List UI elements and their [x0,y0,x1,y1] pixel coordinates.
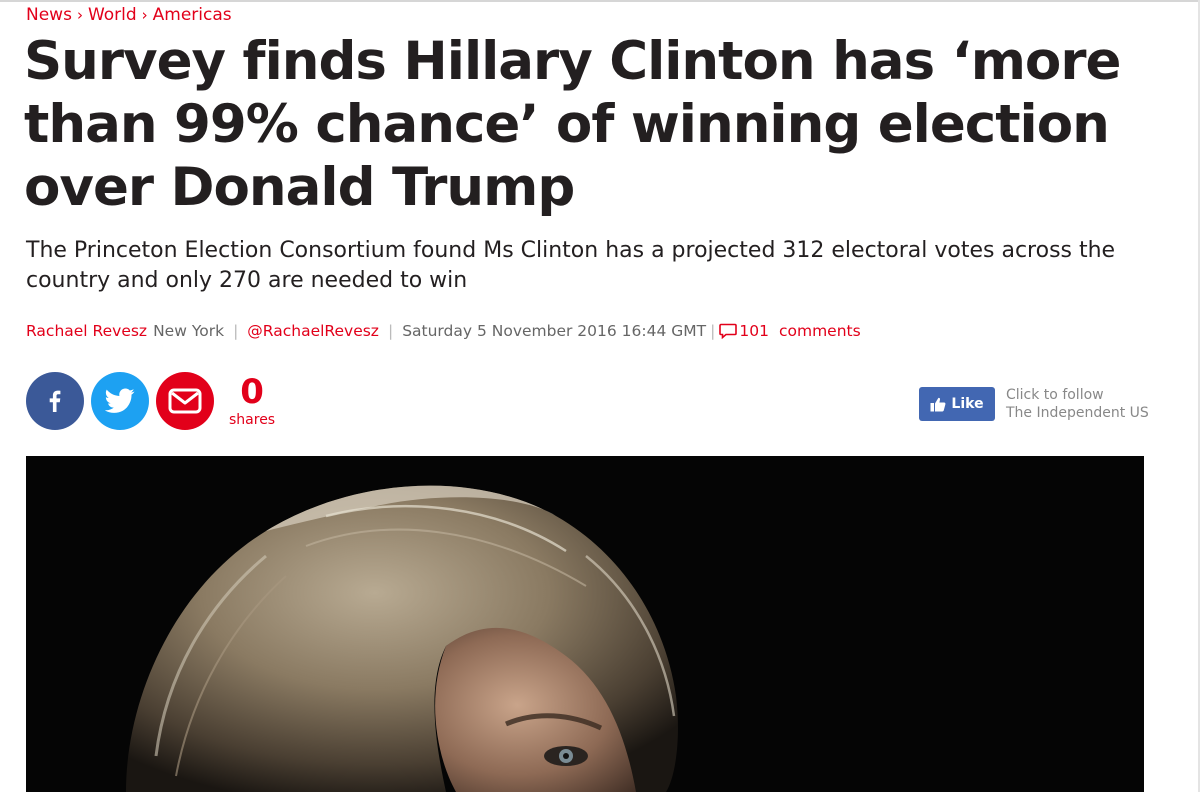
author-link[interactable]: Rachael Revesz [26,322,147,340]
publish-date: Saturday 5 November 2016 16:44 GMT [402,322,707,340]
article-standfirst: The Princeton Election Consortium found … [26,238,1116,293]
share-count-label: shares [229,412,276,428]
byline: Rachael Revesz New York | @RachaelRevesz… [26,322,861,340]
follow-caption-line2: The Independent US [1006,405,1149,421]
facebook-icon [49,390,61,412]
comments-label: comments [778,322,861,340]
author-location: New York [153,322,225,340]
twitter-icon [105,388,135,413]
comments-count: 101 [739,322,769,340]
breadcrumb-americas[interactable]: Americas [153,5,232,25]
byline-divider: | [710,322,716,340]
facebook-like-button[interactable]: Like [919,387,995,421]
byline-divider: | [233,322,239,340]
byline-divider: | [387,322,394,340]
facebook-share-button[interactable] [26,372,84,430]
share-count: 0 shares [229,374,275,428]
portrait-photo [26,456,1144,792]
thumbs-up-icon [930,397,946,411]
comment-icon [719,323,738,339]
article-hero-image [26,456,1144,792]
follow-caption: Click to follow The Independent US [1006,386,1149,422]
article-headline: Survey finds Hillary Clinton has ‘more t… [24,31,1121,218]
email-icon [168,388,202,414]
share-bar: 0 shares [26,372,275,430]
share-count-number: 0 [240,372,264,412]
comments-link[interactable]: 101 comments [719,322,861,340]
email-share-button[interactable] [156,372,214,430]
facebook-follow-widget: Like Click to follow The Independent US [919,386,1149,422]
breadcrumb-world[interactable]: World [88,5,137,25]
breadcrumb-news[interactable]: News [26,5,72,25]
twitter-share-button[interactable] [91,372,149,430]
breadcrumb: News › World › Americas [26,5,232,25]
follow-caption-line1: Click to follow [1006,387,1104,403]
like-label: Like [951,396,984,412]
breadcrumb-separator: › [76,6,83,24]
top-border [0,0,1200,2]
breadcrumb-separator: › [141,6,148,24]
twitter-handle-link[interactable]: @RachaelRevesz [247,322,379,340]
